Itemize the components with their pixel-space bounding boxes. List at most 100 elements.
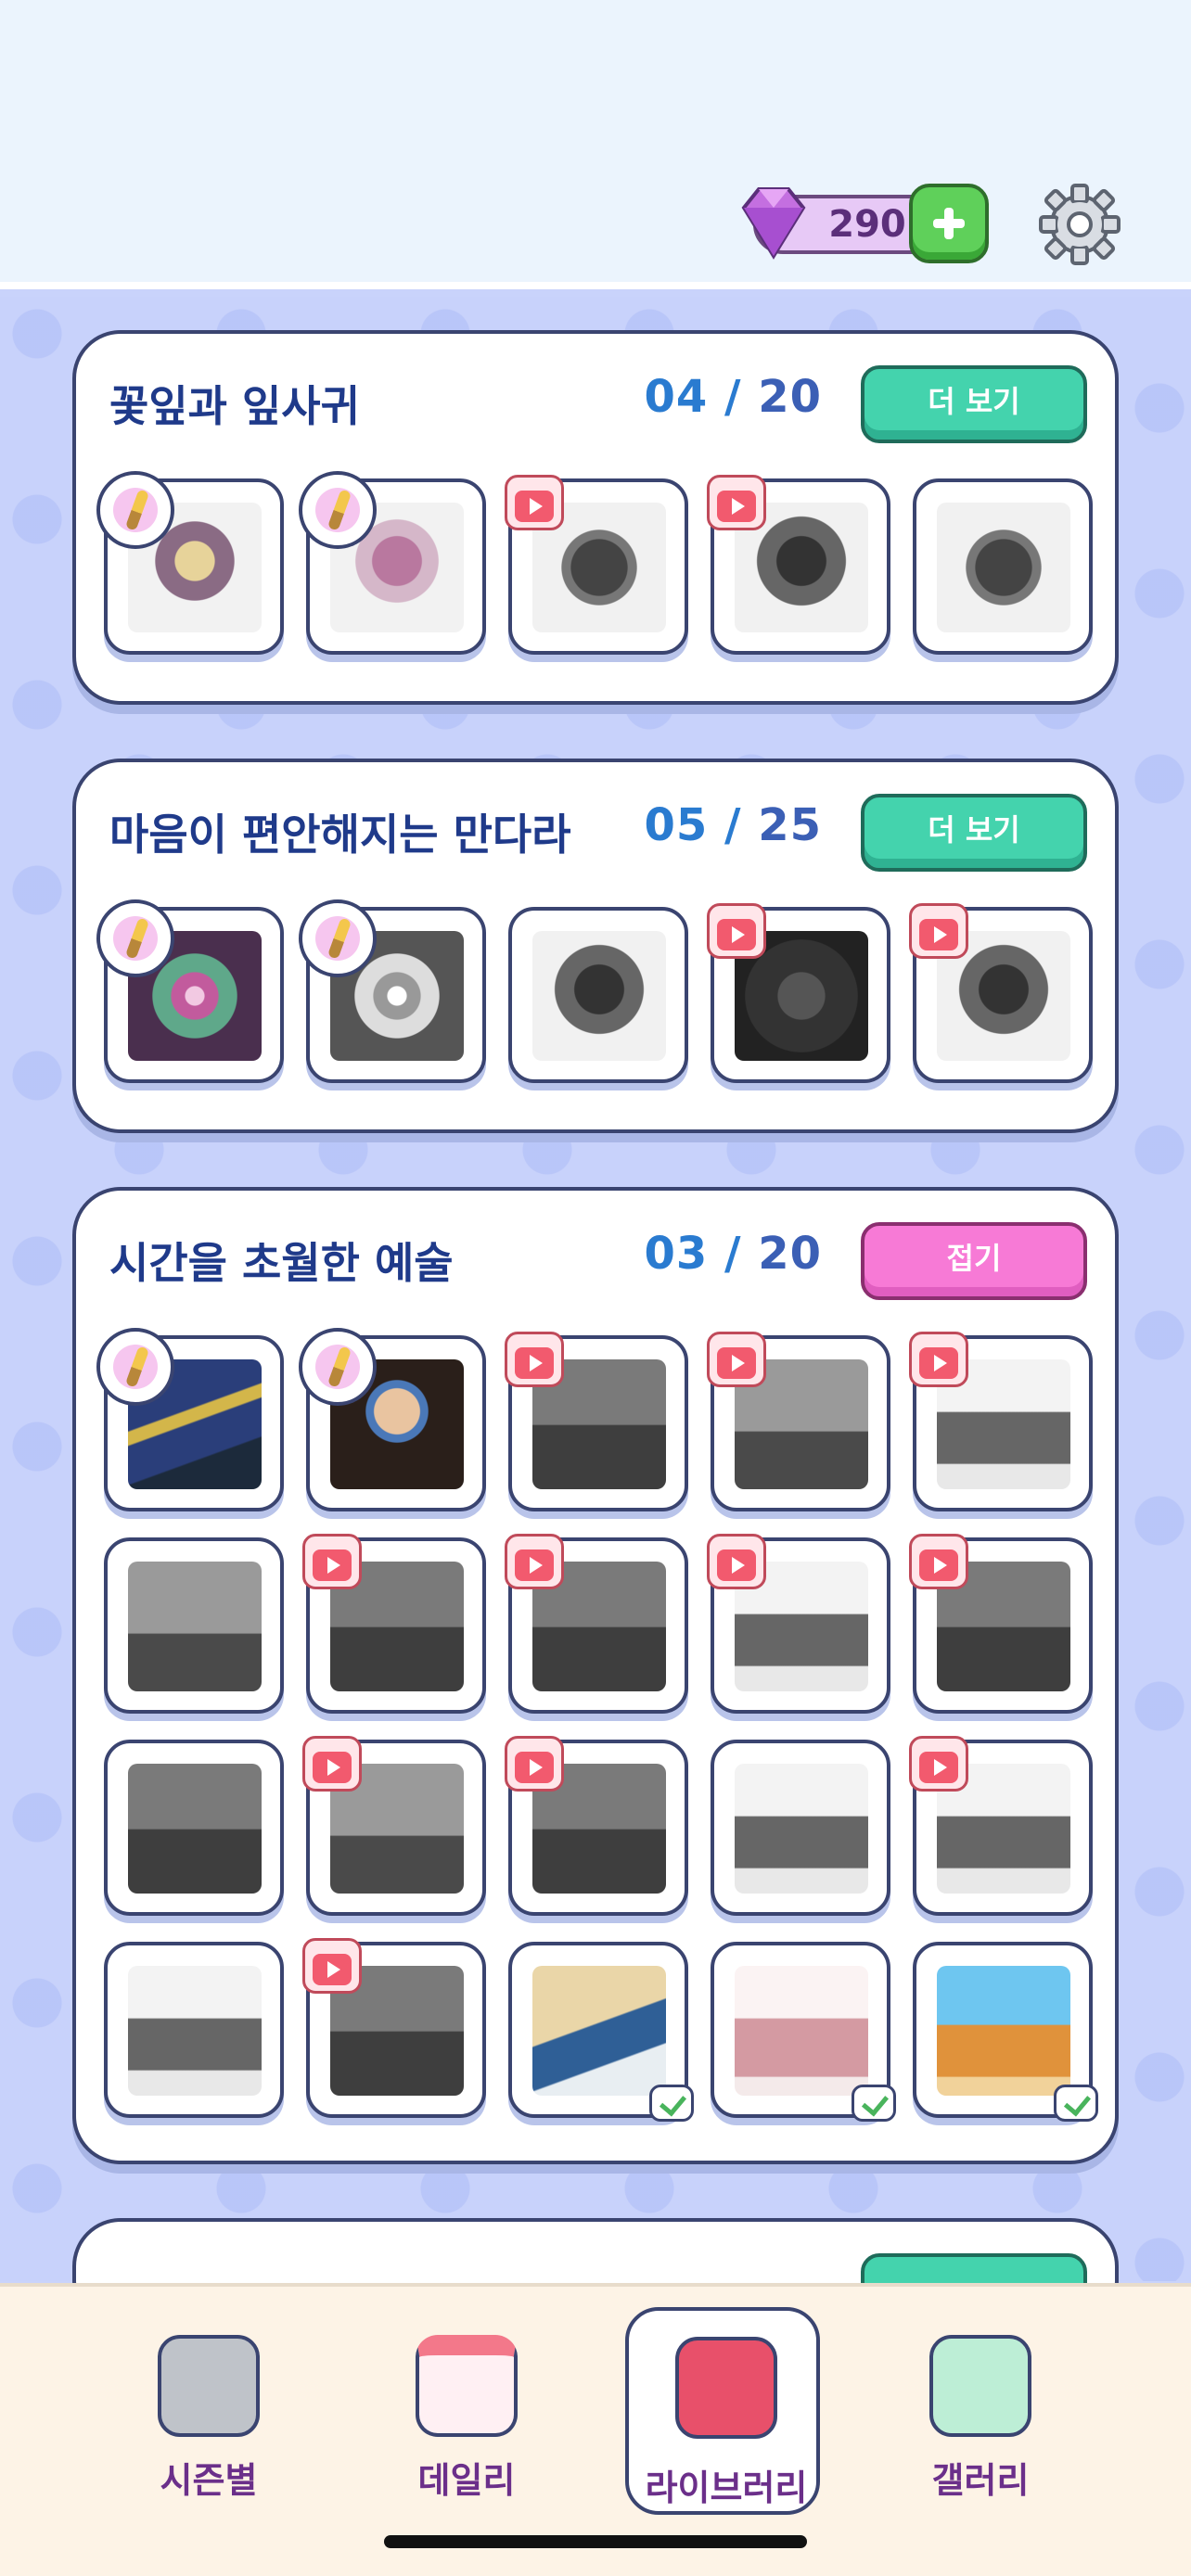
artwork-thumbnail <box>128 1562 262 1691</box>
artwork-tile[interactable] <box>299 899 486 1083</box>
artwork-thumbnail <box>937 1966 1070 2096</box>
nav-tab-gallery[interactable]: 갤러리 <box>883 2324 1078 2501</box>
artwork-thumbnail <box>937 503 1070 632</box>
artwork-tile[interactable] <box>909 1534 1093 1714</box>
section-progress: 04 / 20 <box>644 371 822 423</box>
artwork-tile[interactable] <box>508 1942 694 2122</box>
video-ad-icon <box>909 1534 968 1589</box>
artwork-tile[interactable] <box>711 1942 896 2122</box>
section-progress: 03 / 20 <box>644 1228 822 1280</box>
nav-label: 시즌별 <box>160 2460 258 2501</box>
progress-total: 20 <box>758 371 822 423</box>
book-icon <box>675 2337 777 2439</box>
artwork-tile[interactable] <box>505 1736 688 1916</box>
progress-current: 03 <box>644 1228 709 1280</box>
artwork-tile[interactable] <box>707 1534 890 1714</box>
artwork-tile[interactable] <box>909 1736 1093 1916</box>
progress-total: 25 <box>758 799 822 851</box>
video-ad-icon <box>505 475 564 530</box>
nav-tab-daily[interactable]: 데일리 <box>369 2324 564 2501</box>
nav-label: 라이브러리 <box>645 2468 808 2508</box>
completed-check-icon <box>1054 2085 1098 2122</box>
video-ad-icon <box>302 1534 362 1589</box>
artwork-tile[interactable] <box>909 1332 1093 1511</box>
artwork-tile[interactable] <box>302 1534 486 1714</box>
artwork-tile[interactable] <box>96 471 284 655</box>
artwork-tile[interactable] <box>302 1938 486 2118</box>
progress-separator: / <box>708 799 759 851</box>
artwork-thumbnail <box>735 1966 868 2096</box>
video-ad-icon <box>505 1736 564 1792</box>
artwork-thumbnail <box>532 1966 666 2096</box>
video-ad-icon <box>707 475 766 530</box>
nav-label: 데일리 <box>417 2460 516 2501</box>
video-ad-icon <box>302 1736 362 1792</box>
artwork-tile[interactable] <box>913 1942 1098 2122</box>
video-ad-icon <box>707 1534 766 1589</box>
progress-current: 04 <box>644 371 709 423</box>
more-button[interactable]: 더 보기 <box>861 365 1087 443</box>
brush-icon <box>299 1328 377 1406</box>
video-ad-icon <box>707 903 766 959</box>
section-title: 마음이 편안해지는 만다라 <box>109 810 571 860</box>
video-ad-icon <box>909 1736 968 1792</box>
nav-label: 갤러리 <box>931 2460 1030 2501</box>
artwork-tile[interactable] <box>96 1328 284 1511</box>
artwork-tile[interactable] <box>299 471 486 655</box>
video-ad-icon <box>707 1332 766 1387</box>
section-title: 시간을 초월한 예술 <box>109 1238 454 1288</box>
progress-total: 20 <box>758 1228 822 1280</box>
gear-icon[interactable] <box>1037 182 1122 267</box>
top-bar: 290 <box>0 0 1191 289</box>
artwork-tile[interactable] <box>104 1740 284 1916</box>
progress-separator: / <box>708 1228 759 1280</box>
video-ad-icon <box>909 1332 968 1387</box>
calendar-star-icon <box>416 2335 518 2437</box>
brush-icon <box>299 471 377 549</box>
artwork-thumbnail <box>128 1966 262 2096</box>
artwork-tile[interactable] <box>299 1328 486 1511</box>
artwork-tile[interactable] <box>707 903 890 1083</box>
section-title: 꽃잎과 잎사귀 <box>109 381 360 431</box>
add-gems-button[interactable] <box>909 184 989 263</box>
bottom-navigation: 시즌별 데일리 라이브러리 갤러리 <box>0 2283 1191 2576</box>
brush-icon <box>96 471 174 549</box>
artwork-tile[interactable] <box>913 478 1093 655</box>
artwork-thumbnail <box>532 931 666 1061</box>
season-icon <box>158 2335 260 2437</box>
brush-icon <box>299 899 377 977</box>
section-card-flowers: 꽃잎과 잎사귀 04 / 20 더 보기 <box>72 330 1119 705</box>
brush-icon <box>96 1328 174 1406</box>
section-card-timeless-art: 시간을 초월한 예술 03 / 20 접기 <box>72 1187 1119 2164</box>
video-ad-icon <box>302 1938 362 1994</box>
progress-separator: / <box>708 371 759 423</box>
gallery-icon <box>929 2335 1031 2437</box>
nav-tab-season[interactable]: 시즌별 <box>111 2324 306 2501</box>
completed-check-icon <box>852 2085 896 2122</box>
collapse-button[interactable]: 접기 <box>861 1222 1087 1300</box>
artwork-tile[interactable] <box>505 1332 688 1511</box>
artwork-tile[interactable] <box>505 475 688 655</box>
section-card-mandala: 마음이 편안해지는 만다라 05 / 25 더 보기 <box>72 759 1119 1133</box>
more-button[interactable]: 더 보기 <box>861 794 1087 872</box>
artwork-tile[interactable] <box>909 903 1093 1083</box>
video-ad-icon <box>505 1332 564 1387</box>
artwork-tile[interactable] <box>104 1537 284 1714</box>
artwork-tile[interactable] <box>96 899 284 1083</box>
artwork-thumbnail <box>735 1764 868 1894</box>
artwork-tile[interactable] <box>508 907 688 1083</box>
artwork-tile[interactable] <box>104 1942 284 2118</box>
nav-tab-library[interactable]: 라이브러리 <box>625 2307 820 2515</box>
artwork-tile[interactable] <box>711 1740 890 1916</box>
artwork-thumbnail <box>128 1764 262 1894</box>
gem-count: 290 <box>828 203 906 246</box>
home-indicator <box>384 2535 807 2548</box>
video-ad-icon <box>909 903 968 959</box>
artwork-tile[interactable] <box>302 1736 486 1916</box>
artwork-tile[interactable] <box>707 1332 890 1511</box>
section-progress: 05 / 25 <box>644 799 822 851</box>
artwork-tile[interactable] <box>505 1534 688 1714</box>
progress-current: 05 <box>644 799 709 851</box>
video-ad-icon <box>505 1534 564 1589</box>
artwork-tile[interactable] <box>707 475 890 655</box>
